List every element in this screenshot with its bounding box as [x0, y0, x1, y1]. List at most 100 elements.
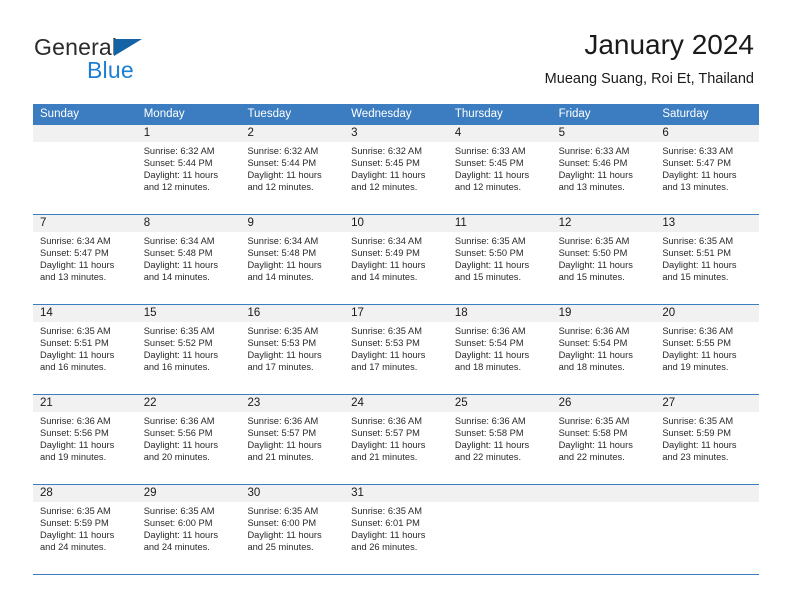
day-cell-27[interactable]: 27 Sunrise: 6:35 AM Sunset: 5:59 PM Dayligh…	[655, 395, 760, 484]
day-number: 8	[136, 215, 241, 232]
day-cell-20[interactable]: 20 Sunrise: 6:36 AM Sunset: 5:55 PM Dayligh…	[655, 305, 760, 394]
day-cell-5[interactable]: 5 Sunrise: 6:33 AM Sunset: 5:46 PM Daylight…	[551, 125, 656, 214]
day-detail-line: Sunrise: 6:36 AM	[558, 326, 630, 336]
day-detail-line: Sunrise: 6:36 AM	[662, 326, 734, 336]
day-cell-25[interactable]: 25 Sunrise: 6:36 AM Sunset: 5:58 PM Dayligh…	[447, 395, 552, 484]
day-detail-line: Sunrise: 6:35 AM	[454, 236, 526, 246]
day-number: 5	[551, 125, 656, 142]
day-cell-8[interactable]: 8 Sunrise: 6:34 AM Sunset: 5:48 PM Daylight…	[136, 215, 241, 304]
day-details: Sunrise: 6:34 AM Sunset: 5:48 PM Daylight:…	[137, 232, 241, 283]
day-detail-line: Daylight: 11 hours	[558, 260, 633, 271]
day-cell-6[interactable]: 6 Sunrise: 6:33 AM Sunset: 5:47 PM Daylight…	[655, 125, 760, 214]
day-cell-11[interactable]: 11 Sunrise: 6:35 AM Sunset: 5:50 PM Dayligh…	[447, 215, 552, 304]
day-detail-line: Sunset: 5:54 PM	[558, 338, 628, 349]
day-details: Sunrise: 6:36 AM Sunset: 5:56 PM Daylight:…	[137, 412, 241, 463]
day-number: 21	[33, 395, 137, 412]
calendar-page: General Blue January 2024 Mueang Suang, …	[0, 0, 792, 612]
day-number: 16	[240, 305, 345, 322]
day-cell-30[interactable]: 30 Sunrise: 6:35 AM Sunset: 6:00 PM Dayligh…	[240, 485, 345, 574]
day-detail-line: Sunrise: 6:36 AM	[247, 416, 319, 426]
day-cell-12[interactable]: 12 Sunrise: 6:35 AM Sunset: 5:50 PM Dayligh…	[551, 215, 656, 304]
day-cell-1[interactable]: 1 Sunrise: 6:32 AM Sunset: 5:44 PM Daylight…	[136, 125, 241, 214]
day-detail-line: and 24 minutes.	[40, 542, 107, 553]
day-cell-22[interactable]: 22 Sunrise: 6:36 AM Sunset: 5:56 PM Dayligh…	[136, 395, 241, 484]
day-cell-7[interactable]: 7 Sunrise: 6:34 AM Sunset: 5:47 PM Daylight…	[33, 215, 137, 304]
day-cell-28[interactable]: 28 Sunrise: 6:35 AM Sunset: 5:59 PM Dayligh…	[33, 485, 137, 574]
day-cell-13[interactable]: 13 Sunrise: 6:35 AM Sunset: 5:51 PM Dayligh…	[655, 215, 760, 304]
day-details: Sunrise: 6:35 AM Sunset: 5:53 PM Daylight:…	[240, 322, 344, 373]
day-detail-line: Sunrise: 6:35 AM	[351, 326, 422, 336]
day-detail-line: and 24 minutes.	[143, 542, 210, 553]
day-cell-21[interactable]: 21 Sunrise: 6:36 AM Sunset: 5:56 PM Dayligh…	[33, 395, 137, 484]
day-detail-line: and 15 minutes.	[558, 272, 625, 283]
day-cell-18[interactable]: 18 Sunrise: 6:36 AM Sunset: 5:54 PM Dayligh…	[447, 305, 552, 394]
weekday-header-wednesday: Wednesday	[351, 108, 412, 120]
day-cell-26[interactable]: 26 Sunrise: 6:35 AM Sunset: 5:58 PM Dayligh…	[551, 395, 656, 484]
day-detail-line: Daylight: 11 hours	[454, 350, 530, 361]
brand-logo[interactable]: General Blue	[34, 34, 274, 86]
day-detail-line: Daylight: 11 hours	[40, 530, 115, 541]
day-cell-24[interactable]: 24 Sunrise: 6:36 AM Sunset: 5:57 PM Dayligh…	[344, 395, 448, 484]
day-cell-empty	[551, 485, 656, 574]
day-detail-line: Sunrise: 6:36 AM	[351, 416, 422, 426]
day-cell-15[interactable]: 15 Sunrise: 6:35 AM Sunset: 5:52 PM Dayligh…	[136, 305, 241, 394]
day-details: Sunrise: 6:33 AM Sunset: 5:47 PM Daylight:…	[655, 142, 759, 193]
day-detail-line: Daylight: 11 hours	[351, 440, 426, 451]
day-cell-4[interactable]: 4 Sunrise: 6:33 AM Sunset: 5:45 PM Daylight…	[447, 125, 552, 214]
day-details: Sunrise: 6:34 AM Sunset: 5:49 PM Daylight:…	[344, 232, 448, 283]
day-detail-line: and 25 minutes.	[247, 542, 314, 553]
day-detail-line: Sunset: 5:45 PM	[351, 158, 420, 169]
day-cell-16[interactable]: 16 Sunrise: 6:35 AM Sunset: 5:53 PM Dayligh…	[240, 305, 345, 394]
day-cell-10[interactable]: 10 Sunrise: 6:34 AM Sunset: 5:49 PM Dayligh…	[344, 215, 448, 304]
weekday-header-saturday: Saturday	[662, 108, 709, 120]
day-detail-line: Daylight: 11 hours	[351, 350, 426, 361]
day-detail-line: Sunset: 5:48 PM	[143, 248, 213, 259]
day-number: 27	[655, 395, 760, 412]
day-detail-line: Sunset: 6:00 PM	[143, 518, 213, 529]
day-detail-line: Daylight: 11 hours	[40, 440, 115, 451]
day-cell-9[interactable]: 9 Sunrise: 6:34 AM Sunset: 5:48 PM Daylight…	[240, 215, 345, 304]
day-detail-line: and 12 minutes.	[351, 182, 418, 193]
day-cell-31[interactable]: 31 Sunrise: 6:35 AM Sunset: 6:01 PM Dayligh…	[344, 485, 448, 574]
day-detail-line: Sunrise: 6:35 AM	[40, 326, 111, 336]
day-detail-line: and 12 minutes.	[143, 182, 210, 193]
day-number: 12	[551, 215, 656, 232]
day-details: Sunrise: 6:36 AM Sunset: 5:54 PM Daylight:…	[448, 322, 552, 373]
day-detail-line: Sunset: 5:47 PM	[662, 158, 732, 169]
day-detail-line: Sunset: 6:00 PM	[247, 518, 317, 529]
weekday-header-monday: Monday	[143, 108, 185, 120]
day-cell-23[interactable]: 23 Sunrise: 6:36 AM Sunset: 5:57 PM Dayligh…	[240, 395, 345, 484]
day-detail-line: Sunset: 5:58 PM	[454, 428, 524, 439]
day-cell-3[interactable]: 3 Sunrise: 6:32 AM Sunset: 5:45 PM Daylight…	[344, 125, 448, 214]
day-details: Sunrise: 6:33 AM Sunset: 5:46 PM Daylight:…	[552, 142, 656, 193]
day-detail-line: and 16 minutes.	[40, 362, 107, 373]
day-detail-line: and 16 minutes.	[143, 362, 210, 373]
day-detail-line: Sunset: 5:47 PM	[40, 248, 109, 259]
day-detail-line: and 19 minutes.	[40, 452, 107, 463]
day-number: 9	[240, 215, 345, 232]
day-details: Sunrise: 6:34 AM Sunset: 5:48 PM Daylight:…	[240, 232, 344, 283]
day-cell-2[interactable]: 2 Sunrise: 6:32 AM Sunset: 5:44 PM Daylight…	[240, 125, 345, 214]
day-cell-17[interactable]: 17 Sunrise: 6:35 AM Sunset: 5:53 PM Dayligh…	[344, 305, 448, 394]
day-details: Sunrise: 6:35 AM Sunset: 5:51 PM Daylight:…	[655, 232, 759, 283]
brand-name-blue: Blue	[87, 57, 134, 83]
day-details: Sunrise: 6:35 AM Sunset: 5:52 PM Daylight:…	[137, 322, 241, 373]
day-cell-14[interactable]: 14 Sunrise: 6:35 AM Sunset: 5:51 PM Dayligh…	[33, 305, 137, 394]
day-detail-line: Sunset: 5:50 PM	[558, 248, 628, 259]
day-detail-line: Sunset: 5:54 PM	[454, 338, 524, 349]
day-detail-line: Daylight: 11 hours	[247, 440, 322, 451]
day-detail-line: Daylight: 11 hours	[662, 440, 737, 451]
day-detail-line: Daylight: 11 hours	[454, 170, 530, 181]
day-number: 18	[447, 305, 552, 322]
day-detail-line: and 15 minutes.	[454, 272, 522, 283]
day-detail-line: and 18 minutes.	[454, 362, 522, 373]
day-number: 24	[344, 395, 448, 412]
calendar-week-row: 1 Sunrise: 6:32 AM Sunset: 5:44 PM Daylight…	[33, 125, 760, 215]
day-detail-line: Sunset: 5:44 PM	[247, 158, 317, 169]
day-cell-29[interactable]: 29 Sunrise: 6:35 AM Sunset: 6:00 PM Dayligh…	[136, 485, 241, 574]
calendar-week-row: 14 Sunrise: 6:35 AM Sunset: 5:51 PM Dayligh…	[33, 305, 760, 395]
day-cell-19[interactable]: 19 Sunrise: 6:36 AM Sunset: 5:54 PM Dayligh…	[551, 305, 656, 394]
calendar-weeks: 1 Sunrise: 6:32 AM Sunset: 5:44 PM Daylight…	[33, 125, 760, 575]
calendar-grid: Sunday Monday Tuesday Wednesday Thursday Frid…	[33, 104, 760, 575]
day-detail-line: and 22 minutes.	[558, 452, 625, 463]
